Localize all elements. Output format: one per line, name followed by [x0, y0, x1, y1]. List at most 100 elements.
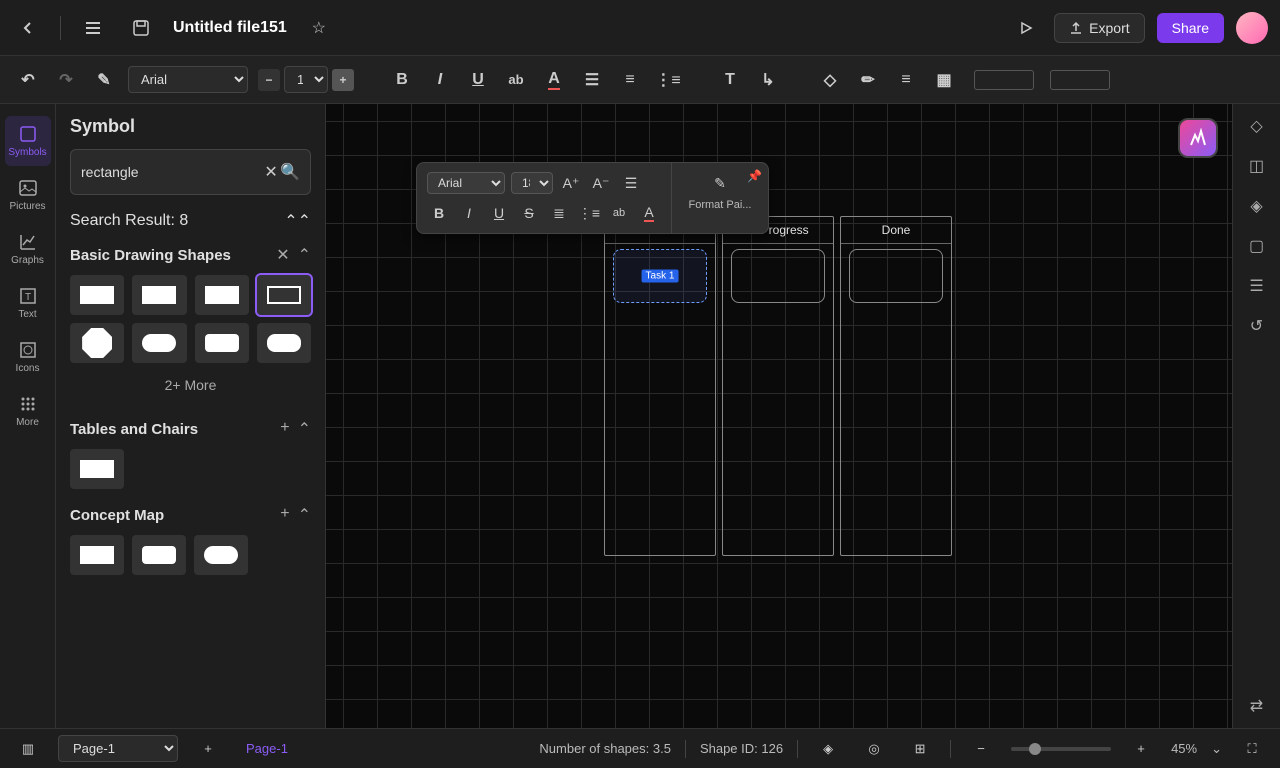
shape-rect3[interactable] [195, 275, 249, 315]
add-section-icon[interactable]: + [280, 505, 289, 525]
page-select[interactable]: Page-1 [58, 735, 178, 762]
ai-assistant-button[interactable] [1178, 118, 1218, 158]
italic-button[interactable]: I [426, 66, 454, 94]
shape-table[interactable] [70, 449, 124, 489]
save-icon[interactable] [125, 12, 157, 44]
back-button[interactable] [12, 12, 44, 44]
underline-button[interactable]: U [464, 66, 492, 94]
rail-text[interactable]: T Text [5, 278, 51, 328]
zoom-in[interactable]: + [1125, 733, 1157, 765]
play-button[interactable] [1010, 12, 1042, 44]
format-painter-icon[interactable]: ✎ [708, 171, 732, 195]
shape-cm-pill[interactable] [194, 535, 248, 575]
list-button[interactable]: ⋮≡ [654, 66, 682, 94]
canvas[interactable]: To Do Task 1 In Progress Done Arial 18 A… [326, 104, 1232, 728]
font-size-increase[interactable]: + [332, 69, 354, 91]
rail-graphs[interactable]: Graphs [5, 224, 51, 274]
zoom-dropdown-icon[interactable]: ⌄ [1211, 741, 1222, 757]
font-size-decrease[interactable]: − [258, 69, 280, 91]
collapse-section-icon[interactable]: ⌃ [298, 505, 311, 525]
share-button[interactable]: Share [1157, 13, 1224, 43]
kanban-col-progress[interactable]: In Progress [722, 216, 834, 556]
font-size-select[interactable]: 18 [284, 66, 328, 93]
line-spacing-button[interactable]: ≡ [616, 66, 644, 94]
highlight-button[interactable]: ✏ [854, 66, 882, 94]
shape-cm-rect[interactable] [70, 535, 124, 575]
rail-pictures[interactable]: Pictures [5, 170, 51, 220]
rail-symbols[interactable]: Symbols [5, 116, 51, 166]
float-italic[interactable]: I [457, 201, 481, 225]
float-font-select[interactable]: Arial [427, 172, 505, 194]
history-icon[interactable]: ↺ [1250, 316, 1263, 336]
shape-rounded[interactable] [195, 323, 249, 363]
float-sub[interactable]: ab [607, 201, 631, 225]
close-section-icon[interactable]: ✕ [276, 245, 289, 265]
search-input[interactable] [81, 164, 262, 180]
menu-button[interactable] [77, 12, 109, 44]
arrange-icon[interactable]: ◈ [1250, 196, 1262, 216]
fullscreen-icon[interactable]: ⛶ [1236, 733, 1268, 765]
page-tab[interactable]: Page-1 [238, 741, 296, 756]
map-icon[interactable]: ⊞ [904, 733, 936, 765]
comment-icon[interactable]: ◫ [1249, 156, 1264, 176]
search-icon[interactable]: 🔍 [280, 156, 300, 188]
zoom-slider[interactable] [1011, 747, 1111, 751]
float-bullist[interactable]: ⋮≡ [577, 201, 601, 225]
add-section-icon[interactable]: + [280, 419, 289, 439]
more-shapes-link[interactable]: 2+ More [70, 371, 311, 399]
undo-button[interactable]: ↶ [14, 66, 42, 94]
format-painter-icon[interactable]: ✎ [90, 66, 118, 94]
kanban-col-done[interactable]: Done [840, 216, 952, 556]
text-tool-button[interactable]: T [716, 66, 744, 94]
float-textcolor[interactable]: A [637, 201, 661, 225]
bold-button[interactable]: B [388, 66, 416, 94]
collapse-section-icon[interactable]: ⌃ [298, 419, 311, 439]
connector-button[interactable]: ↳ [754, 66, 782, 94]
rail-more[interactable]: More [5, 386, 51, 436]
pin-icon[interactable]: 📌 [747, 169, 762, 183]
settings-toggle-icon[interactable]: ⇄ [1250, 696, 1263, 716]
float-underline[interactable]: U [487, 201, 511, 225]
add-page-button[interactable]: + [192, 733, 224, 765]
float-strike[interactable]: S [517, 201, 541, 225]
shape-cm-rrect[interactable] [132, 535, 186, 575]
float-size-select[interactable]: 18 [511, 172, 553, 194]
float-font-decrease[interactable]: A⁻ [589, 171, 613, 195]
task-card[interactable]: Task 1 [613, 249, 707, 303]
shape-rect[interactable] [70, 275, 124, 315]
strikethrough-button[interactable]: ab [502, 66, 530, 94]
text-color-button[interactable]: A [540, 66, 568, 94]
collapse-section-icon[interactable]: ⌃ [298, 245, 311, 265]
task-label[interactable]: Task 1 [642, 270, 679, 283]
table-button[interactable]: ▦ [930, 66, 958, 94]
arrow-style-select[interactable] [1050, 70, 1110, 90]
user-avatar[interactable] [1236, 12, 1268, 44]
focus-icon[interactable]: ◎ [858, 733, 890, 765]
kanban-col-todo[interactable]: To Do Task 1 [604, 216, 716, 556]
float-numlist[interactable]: ≣ [547, 201, 571, 225]
fill-color-icon[interactable]: ◇ [1250, 116, 1262, 136]
empty-card[interactable] [849, 249, 943, 303]
font-family-select[interactable]: Arial [128, 66, 248, 93]
float-align[interactable]: ☰ [619, 171, 643, 195]
empty-card[interactable] [731, 249, 825, 303]
shape-rect2[interactable] [132, 275, 186, 315]
shape-rounded2[interactable] [257, 323, 311, 363]
rail-icons[interactable]: Icons [5, 332, 51, 382]
symbol-search[interactable]: ✕ 🔍 [70, 149, 311, 195]
present-icon[interactable]: ▢ [1249, 236, 1264, 256]
page-layout-icon[interactable]: ▥ [12, 733, 44, 765]
favorite-button[interactable]: ☆ [303, 12, 335, 44]
fill-button[interactable]: ◇ [816, 66, 844, 94]
lines-button[interactable]: ≡ [892, 66, 920, 94]
file-title[interactable]: Untitled file151 [173, 19, 287, 37]
zoom-out[interactable]: − [965, 733, 997, 765]
redo-button[interactable]: ↷ [52, 66, 80, 94]
line-style-select[interactable] [974, 70, 1034, 90]
zoom-level[interactable]: 45% [1171, 741, 1197, 756]
export-button[interactable]: Export [1054, 13, 1144, 43]
collapse-all-icon[interactable]: ⌃⌃ [284, 211, 311, 231]
float-bold[interactable]: B [427, 201, 451, 225]
shape-octagon[interactable] [70, 323, 124, 363]
align-button[interactable]: ☰ [578, 66, 606, 94]
